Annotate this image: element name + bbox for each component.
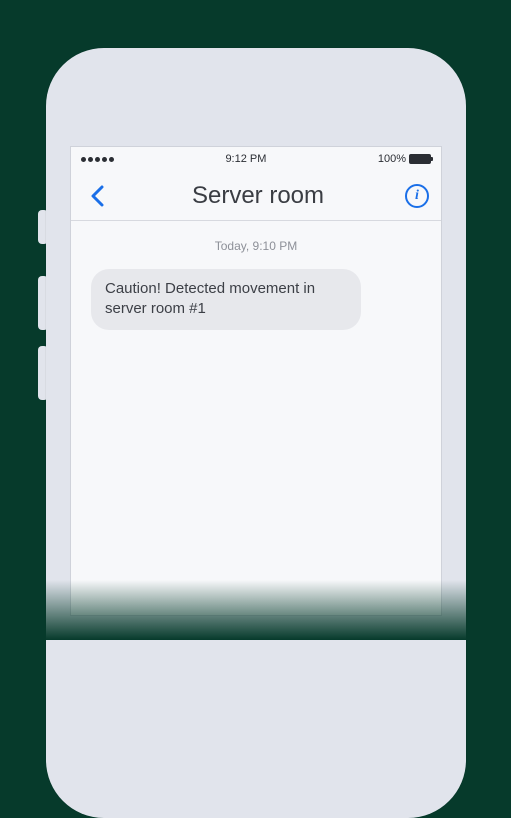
- battery-percent: 100%: [378, 153, 406, 165]
- message-text: Caution! Detected movement in server roo…: [105, 280, 315, 317]
- info-icon: i: [415, 188, 419, 204]
- nav-bar: Server room i: [71, 171, 441, 221]
- timestamp: Today, 9:10 PM: [71, 239, 441, 253]
- message-bubble[interactable]: Caution! Detected movement in server roo…: [91, 269, 361, 330]
- screen: 9:12 PM 100% Server room i Today, 9:10 P…: [70, 146, 442, 616]
- status-bar: 9:12 PM 100%: [71, 147, 441, 171]
- message-row: Caution! Detected movement in server roo…: [71, 269, 441, 330]
- back-button[interactable]: [83, 182, 111, 210]
- battery-icon: [409, 154, 431, 164]
- signal-dots-icon: [81, 157, 114, 162]
- info-button[interactable]: i: [405, 184, 429, 208]
- page-title: Server room: [192, 182, 324, 210]
- chevron-left-icon: [90, 185, 104, 207]
- status-time: 9:12 PM: [225, 153, 266, 165]
- battery-indicator: 100%: [378, 153, 431, 165]
- conversation: Today, 9:10 PM Caution! Detected movemen…: [71, 221, 441, 330]
